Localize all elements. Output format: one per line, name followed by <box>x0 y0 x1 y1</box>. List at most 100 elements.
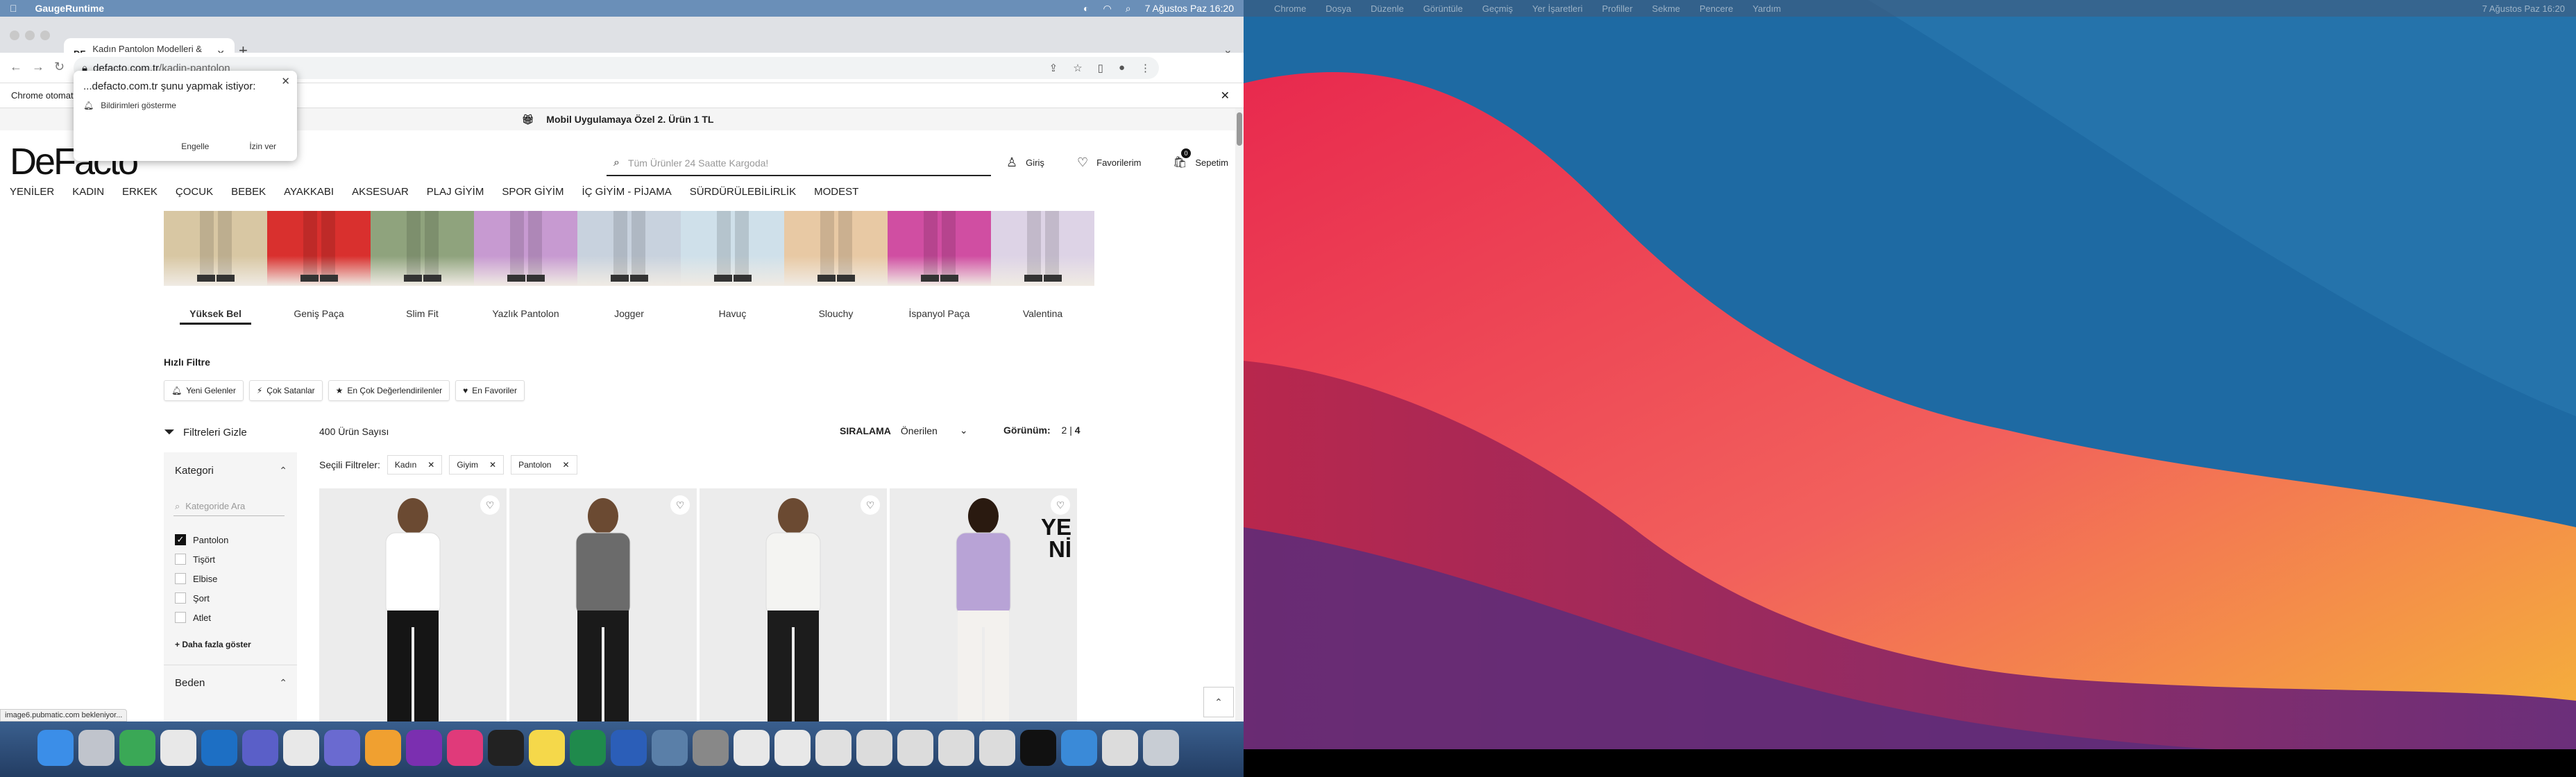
category-nav-item[interactable]: PLAJ GİYİM <box>427 186 484 198</box>
favorite-heart-icon[interactable]: ♡ <box>1051 495 1070 515</box>
launchpad-icon[interactable] <box>78 730 115 766</box>
menubar-item[interactable]: Düzenle <box>1371 3 1404 14</box>
menubar-item[interactable]: Chrome <box>1274 3 1306 14</box>
menubar-item[interactable]: Dosya <box>1325 3 1351 14</box>
window-thumb-icon[interactable] <box>1020 730 1056 766</box>
menubar-clock[interactable]: 7 Ağustos Paz 16:20 <box>1145 3 1234 14</box>
category-nav-item[interactable]: MODEST <box>814 186 858 198</box>
quick-filter-chip[interactable]: 🔔︎ Yeni Gelenler <box>164 380 244 401</box>
checkbox-box[interactable]: ✓ <box>175 534 186 545</box>
page-scrollbar[interactable] <box>1235 108 1244 722</box>
menubar-item[interactable]: Yardım <box>1752 3 1781 14</box>
checkbox-box[interactable] <box>175 573 186 584</box>
category-nav-item[interactable]: ÇOCUK <box>176 186 213 198</box>
chrome-icon[interactable] <box>774 730 811 766</box>
category-checkbox[interactable]: Şort <box>175 592 210 604</box>
category-nav-item[interactable]: YENİLER <box>10 186 54 198</box>
product-image[interactable] <box>319 488 507 722</box>
scroll-to-top-button[interactable]: ⌃ <box>1203 687 1234 717</box>
product-card[interactable]: ♡ <box>319 488 507 722</box>
style-card[interactable]: Slim Fit <box>371 211 474 325</box>
share-icon[interactable]: ⇪ <box>1049 62 1058 74</box>
style-card[interactable]: Valentina <box>991 211 1094 325</box>
product-card[interactable]: ♡ <box>509 488 697 722</box>
menubar-item[interactable]: Sekme <box>1652 3 1680 14</box>
category-nav-item[interactable]: İÇ GİYİM - PİJAMA <box>582 186 672 198</box>
category-checkbox[interactable]: Tişört <box>175 554 215 565</box>
style-card[interactable]: Havuç <box>681 211 784 325</box>
bookmark-star-icon[interactable]: ☆ <box>1073 62 1082 74</box>
cart-link[interactable]: 🛍︎ 0 Sepetim <box>1173 148 1228 169</box>
checkbox-box[interactable] <box>175 612 186 623</box>
quick-filter-chip[interactable]: ⚡︎ Çok Satanlar <box>248 380 323 401</box>
finder-icon[interactable] <box>37 730 74 766</box>
window-thumb-icon[interactable] <box>897 730 933 766</box>
category-search-input[interactable]: ⌕ Kategoride Ara <box>173 497 285 516</box>
window-thumb-icon[interactable] <box>1061 730 1097 766</box>
show-more-link[interactable]: + Daha fazla göster <box>175 640 251 649</box>
chevron-up-icon[interactable]: ⌃ <box>279 677 287 689</box>
favorites-link[interactable]: ♡ Favorilerim <box>1077 155 1141 170</box>
view-4-columns[interactable]: 4 <box>1075 425 1081 436</box>
chrome-icon[interactable] <box>160 730 196 766</box>
profile-avatar-icon[interactable]: ● <box>1119 62 1125 74</box>
reload-icon[interactable]: ↻ <box>54 60 65 74</box>
remove-filter-icon[interactable]: ✕ <box>489 460 496 470</box>
onenote-icon[interactable] <box>406 730 442 766</box>
category-nav-item[interactable]: ERKEK <box>122 186 158 198</box>
style-card[interactable]: Slouchy <box>784 211 888 325</box>
apple-icon[interactable]:  <box>10 3 17 14</box>
menubar-clock[interactable]: 7 Ağustos Paz 16:20 <box>2482 3 2565 14</box>
wifi-icon[interactable]: ◠ <box>1103 3 1112 15</box>
chevron-up-icon[interactable]: ⌃ <box>279 465 287 477</box>
product-image[interactable] <box>700 488 887 722</box>
favorite-heart-icon[interactable]: ♡ <box>480 495 500 515</box>
teams-icon[interactable] <box>242 730 278 766</box>
menubar-item[interactable]: Profiller <box>1602 3 1632 14</box>
login-link[interactable]: ♙ Giriş <box>1006 155 1044 170</box>
category-filter-title[interactable]: Kategori <box>175 465 214 477</box>
category-checkbox[interactable]: Atlet <box>175 612 211 623</box>
more-menu-icon[interactable]: ⋮ <box>1140 62 1151 74</box>
infobar-close-icon[interactable]: ✕ <box>1221 89 1230 103</box>
block-button[interactable]: Engelle <box>181 142 209 151</box>
photos-icon[interactable] <box>365 730 401 766</box>
category-nav-item[interactable]: AYAKKABI <box>284 186 334 198</box>
quick-filter-chip[interactable]: ♥ En Favoriler <box>455 380 525 401</box>
style-card[interactable]: Yüksek Bel <box>164 211 267 325</box>
menubar-item[interactable]: Pencere <box>1700 3 1733 14</box>
back-icon[interactable]: ← <box>10 60 22 74</box>
favorite-heart-icon[interactable]: ♡ <box>861 495 880 515</box>
app-store-icon[interactable] <box>119 730 155 766</box>
quick-filter-chip[interactable]: ★ En Çok Değerlendirilenler <box>328 380 450 401</box>
window-thumb-icon[interactable] <box>938 730 974 766</box>
control-center-icon[interactable]: ◐ <box>1083 3 1089 14</box>
style-card[interactable]: Geniş Paça <box>267 211 371 325</box>
trash-icon[interactable] <box>1143 730 1179 766</box>
chrome-icon[interactable] <box>734 730 770 766</box>
selected-filter-chip[interactable]: Giyim ✕ <box>449 455 505 475</box>
menubar-item[interactable]: Görüntüle <box>1423 3 1463 14</box>
style-card[interactable]: Jogger <box>577 211 681 325</box>
terminal-icon[interactable] <box>488 730 524 766</box>
category-nav-item[interactable]: KADIN <box>72 186 104 198</box>
favorite-heart-icon[interactable]: ♡ <box>670 495 690 515</box>
minimize-window-icon[interactable] <box>25 31 35 40</box>
site-search-input[interactable]: ⌕ Tüm Ürünler 24 Saatte Kargoda! <box>607 151 991 176</box>
scrollbar-thumb[interactable] <box>1237 112 1242 146</box>
settings-icon[interactable] <box>693 730 729 766</box>
notes-icon[interactable] <box>529 730 565 766</box>
selected-filter-chip[interactable]: Pantolon ✕ <box>511 455 577 475</box>
category-checkbox[interactable]: ✓ Pantolon <box>175 534 228 545</box>
category-nav-item[interactable]: SÜRDÜRÜLEBİLİRLİK <box>690 186 796 198</box>
menubar-item[interactable]: Geçmiş <box>1482 3 1513 14</box>
forward-icon[interactable]: → <box>32 60 44 74</box>
sort-dropdown[interactable]: SIRALAMA Önerilen ⌄ <box>840 425 968 436</box>
search-icon[interactable]: ⌕ <box>1126 3 1131 15</box>
product-card[interactable]: ♡ <box>700 488 887 722</box>
product-card[interactable]: ♡ YE Nİ <box>890 488 1077 722</box>
size-filter-title[interactable]: Beden <box>175 677 205 689</box>
checkbox-box[interactable] <box>175 554 186 565</box>
style-card[interactable]: İspanyol Paça <box>888 211 991 325</box>
window-thumb-icon[interactable] <box>979 730 1015 766</box>
